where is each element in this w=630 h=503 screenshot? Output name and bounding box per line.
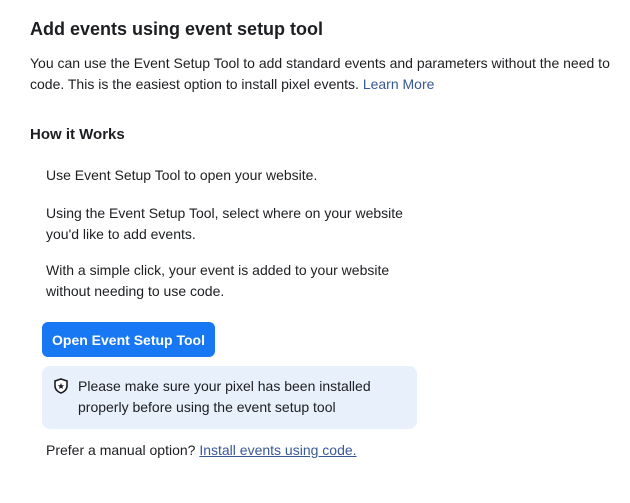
intro-text: You can use the Event Setup Tool to add … xyxy=(30,53,620,95)
install-with-code-link[interactable]: Install events using code. xyxy=(199,442,356,458)
how-it-works-heading: How it Works xyxy=(30,126,125,143)
notice-text: Please make sure your pixel has been ins… xyxy=(78,378,371,415)
manual-option: Prefer a manual option? Install events u… xyxy=(46,442,357,458)
intro-body: You can use the Event Setup Tool to add … xyxy=(30,55,610,92)
step-1: Use Event Setup Tool to open your websit… xyxy=(46,167,318,183)
learn-more-link[interactable]: Learn More xyxy=(363,76,435,92)
step-3: With a simple click, your event is added… xyxy=(46,262,390,299)
pixel-notice: Please make sure your pixel has been ins… xyxy=(42,366,417,429)
step-2: Using the Event Setup Tool, select where… xyxy=(46,205,403,242)
shield-star-icon xyxy=(54,378,68,399)
prefer-text: Prefer a manual option? xyxy=(46,442,196,458)
page-title: Add events using event setup tool xyxy=(30,19,324,39)
open-event-setup-tool-button[interactable]: Open Event Setup Tool xyxy=(42,322,215,357)
